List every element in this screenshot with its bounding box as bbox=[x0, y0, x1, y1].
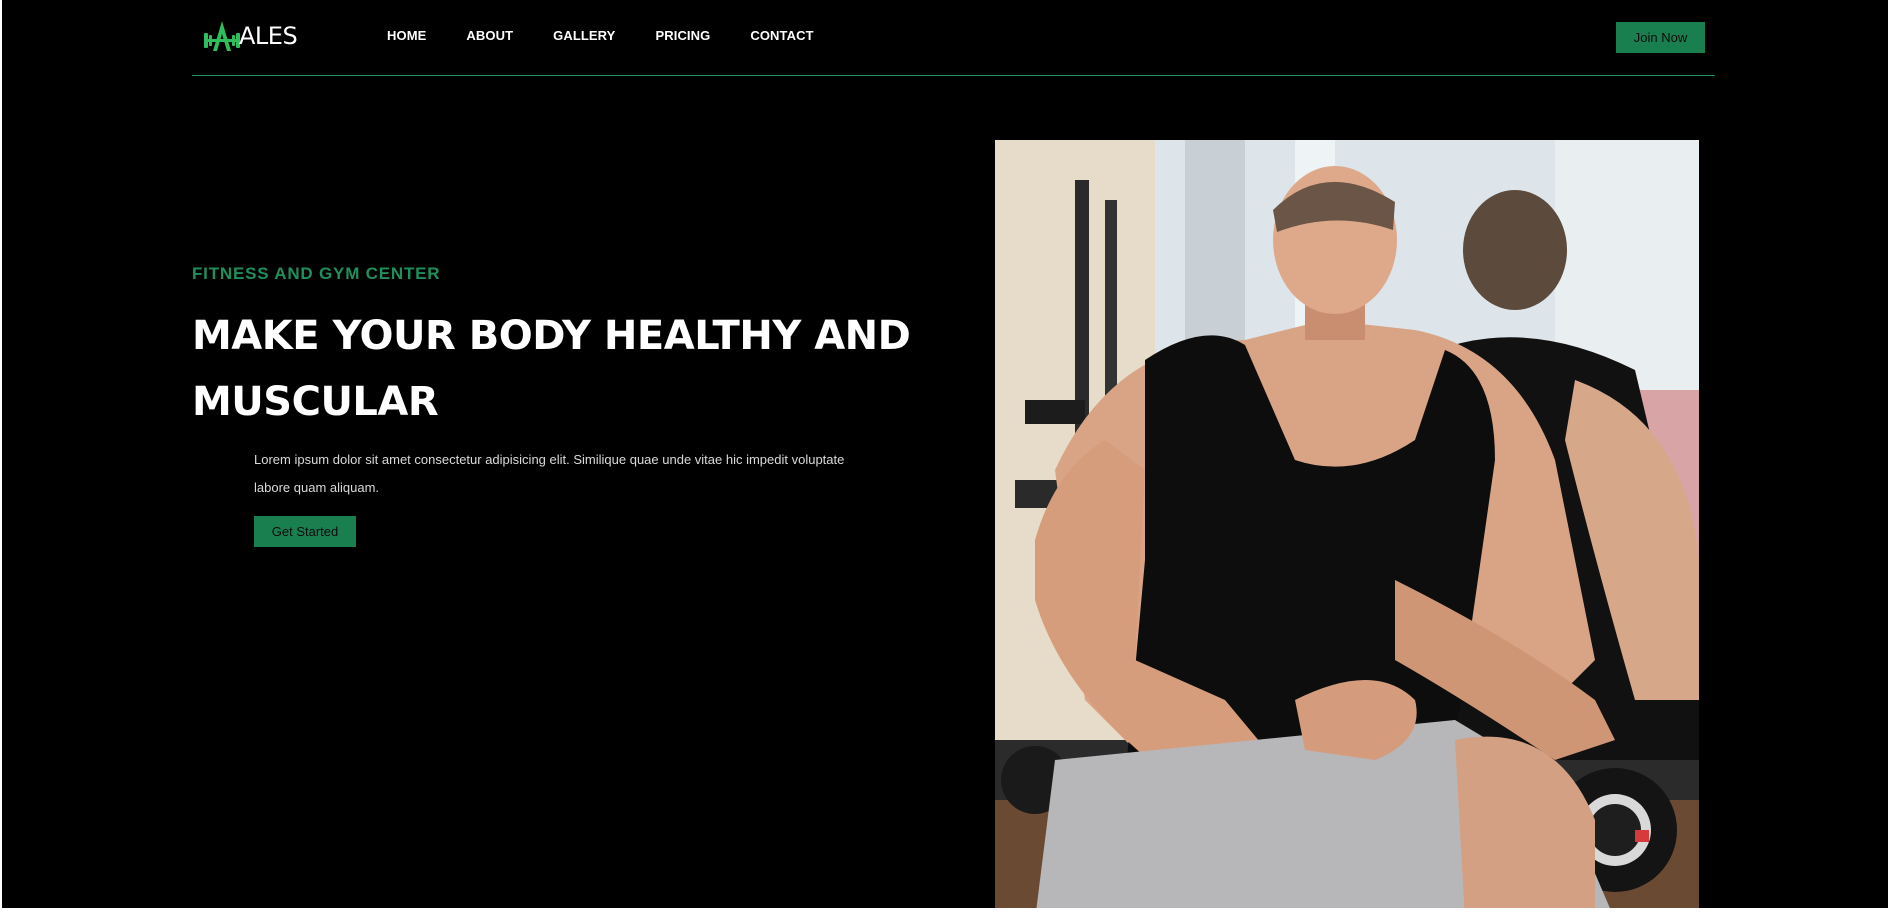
main-nav: HOME ABOUT GALLERY PRICING CONTACT bbox=[387, 28, 854, 43]
brand-name: ALES bbox=[239, 22, 298, 50]
join-now-button[interactable]: Join Now bbox=[1616, 22, 1705, 53]
page: ALES HOME ABOUT GALLERY PRICING CONTACT … bbox=[2, 0, 1888, 908]
nav-gallery[interactable]: GALLERY bbox=[553, 28, 615, 43]
site-header: ALES HOME ABOUT GALLERY PRICING CONTACT … bbox=[192, 0, 1715, 76]
get-started-button[interactable]: Get Started bbox=[254, 516, 356, 547]
nav-contact[interactable]: CONTACT bbox=[750, 28, 813, 43]
nav-home[interactable]: HOME bbox=[387, 28, 426, 43]
hero-eyebrow: FITNESS AND GYM CENTER bbox=[192, 264, 441, 283]
logo[interactable]: ALES bbox=[201, 18, 298, 54]
nav-about[interactable]: ABOUT bbox=[466, 28, 513, 43]
dumbbell-a-logo-icon bbox=[201, 18, 243, 54]
hero-image bbox=[995, 140, 1699, 908]
nav-pricing[interactable]: PRICING bbox=[655, 28, 710, 43]
hero-description: Lorem ipsum dolor sit amet consectetur a… bbox=[254, 452, 845, 495]
hero-title: MAKE YOUR BODY HEALTHY AND MUSCULAR bbox=[192, 313, 911, 425]
